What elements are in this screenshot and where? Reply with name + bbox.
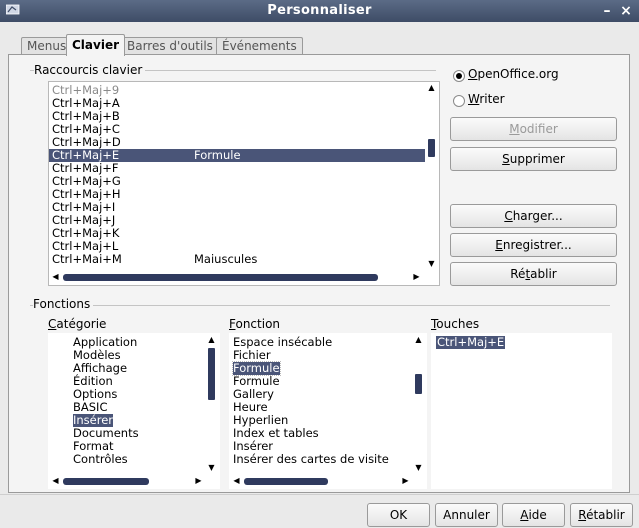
tab-menus[interactable]: Menus (21, 37, 73, 55)
ok-button[interactable]: OK (367, 503, 430, 527)
vertical-scrollbar[interactable]: ▲ ▼ (412, 334, 425, 474)
minimize-icon[interactable]: – (598, 2, 616, 20)
aide-button[interactable]: Aide (502, 503, 565, 527)
list-item[interactable]: Ctrl+Maj+M Majuscules (49, 253, 425, 263)
list-item[interactable]: Ctrl+Maj+L (49, 240, 425, 253)
scroll-up-icon[interactable]: ▲ (425, 82, 438, 93)
scroll-right-icon[interactable]: ▶ (400, 475, 411, 487)
touches-list[interactable]: Ctrl+Maj+E (431, 333, 612, 489)
fonction-label: Fonction (229, 317, 281, 331)
tab-clavier[interactable]: Clavier (66, 34, 126, 56)
shortcuts-list[interactable]: Ctrl+Maj+9 Ctrl+Maj+A Ctrl+Maj+B Ctrl+Ma… (48, 81, 440, 286)
charger-button[interactable]: Charger... (450, 204, 617, 228)
scroll-thumb[interactable] (208, 348, 215, 400)
retablir-shortcut-button[interactable]: Rétablir (450, 262, 617, 286)
radio-writer[interactable] (453, 95, 465, 107)
close-icon[interactable]: × (617, 2, 635, 20)
supprimer-button[interactable]: Supprimer (450, 147, 617, 171)
writer-label[interactable]: Writer (468, 92, 505, 106)
vertical-scrollbar[interactable]: ▲ ▼ (425, 82, 438, 271)
openoffice-label[interactable]: OpenOffice.org (468, 67, 559, 81)
bottom-divider (0, 494, 639, 495)
scroll-left-icon[interactable]: ◀ (50, 271, 61, 283)
vertical-scrollbar[interactable]: ▲ ▼ (205, 334, 218, 474)
list-item[interactable]: Contrôles (73, 453, 128, 466)
horizontal-scrollbar[interactable]: ◀ ▶ (49, 475, 205, 487)
list-item-selected[interactable]: Ctrl+Maj+E (436, 336, 506, 349)
scroll-down-icon[interactable]: ▼ (205, 462, 218, 473)
scroll-right-icon[interactable]: ▶ (411, 271, 422, 283)
scroll-thumb[interactable] (428, 139, 435, 157)
scroll-thumb[interactable] (244, 478, 328, 485)
tab-barres-outils[interactable]: Barres d'outils (121, 37, 219, 55)
horizontal-scrollbar[interactable]: ◀ ▶ (49, 271, 425, 283)
scroll-thumb[interactable] (415, 374, 422, 394)
window-title: Personnaliser (267, 3, 372, 18)
horizontal-scrollbar[interactable]: ◀ ▶ (230, 475, 412, 487)
scroll-left-icon[interactable]: ◀ (231, 475, 242, 487)
functions-group-label: Fonctions (33, 297, 94, 311)
tab-evenements[interactable]: Événements (216, 37, 303, 55)
scroll-up-icon[interactable]: ▲ (412, 334, 425, 345)
title-bar: Personnaliser – × (0, 0, 639, 22)
radio-openoffice[interactable] (453, 70, 465, 82)
touches-label: Touches (431, 317, 480, 331)
scroll-right-icon[interactable]: ▶ (193, 475, 204, 487)
retablir-button[interactable]: Rétablir (570, 503, 633, 527)
fonction-list[interactable]: Espace insécable Fichier Formule Formule… (229, 333, 427, 489)
modifier-button[interactable]: Modifier (450, 117, 617, 141)
annuler-button[interactable]: Annuler (435, 503, 498, 527)
scroll-left-icon[interactable]: ◀ (50, 475, 61, 487)
categorie-label: Catégorie (48, 317, 107, 331)
radio-dot (456, 73, 462, 79)
shortcuts-group-label: Raccourcis clavier (34, 63, 146, 77)
scroll-thumb[interactable] (63, 274, 378, 281)
scroll-down-icon[interactable]: ▼ (425, 258, 438, 269)
scroll-thumb[interactable] (63, 478, 149, 485)
group-divider (30, 305, 610, 306)
scroll-down-icon[interactable]: ▼ (412, 462, 425, 473)
categorie-list[interactable]: Application Modèles Affichage Édition Op… (48, 333, 220, 489)
list-item[interactable]: Insérer des cartes de visite (233, 453, 389, 466)
scroll-up-icon[interactable]: ▲ (205, 334, 218, 345)
enregistrer-button[interactable]: Enregistrer... (450, 233, 617, 257)
